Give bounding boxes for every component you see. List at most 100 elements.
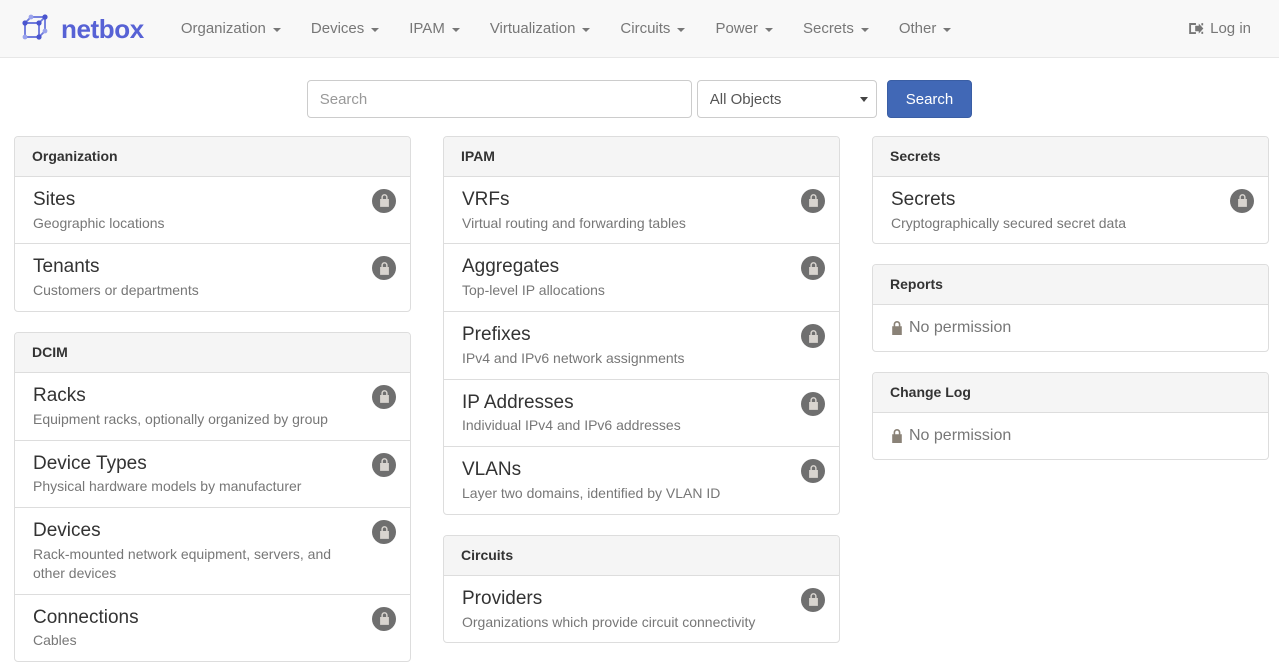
nav-item-secrets[interactable]: Secrets [788,10,884,47]
no-permission-message: No permission [891,319,1250,337]
list-item-devices[interactable]: Devices Rack-mounted network equipment, … [15,508,410,595]
panel-list: Secrets Cryptographically secured secret… [873,177,1268,244]
list-item-title: VRFs [462,188,510,210]
list-item-desc: Cryptographically secured secret data [891,214,1127,231]
panel-list: Racks Equipment racks, optionally organi… [15,373,410,661]
panel-organization: Organization Sites Geographic locations … [14,136,411,313]
panel-heading: Circuits [444,536,839,576]
search-button[interactable]: Search [886,80,973,118]
lock-icon [891,321,903,336]
list-item-desc: Cables [33,632,77,649]
no-permission-label: No permission [909,319,1012,337]
panel-heading: Organization [15,137,410,177]
panel-heading: IPAM [444,137,839,177]
panel-ipam: IPAM VRFs Virtual routing and forwarding… [443,136,840,515]
lock-icon [1230,188,1254,213]
navbar-right: Log in [1177,10,1263,47]
lock-icon [801,256,825,281]
list-item-vlans[interactable]: VLANs Layer two domains, identified by V… [444,447,839,514]
nav-label: Other [898,20,937,37]
search-input[interactable] [306,80,692,118]
chevron-down-icon [582,27,591,32]
panel-title: Secrets [890,148,941,164]
list-item-connections[interactable]: Connections Cables [15,595,410,662]
panel-reports: Reports No permission [872,264,1269,353]
panel-title: IPAM [461,148,495,164]
list-item-secrets[interactable]: Secrets Cryptographically secured secret… [873,177,1268,244]
nav-item-other[interactable]: Other [884,10,967,47]
list-item-title: Device Types [33,452,147,474]
panel-list: Providers Organizations which provide ci… [444,576,839,643]
search-form: All Objects Search [306,80,973,118]
list-item-tenants[interactable]: Tenants Customers or departments [15,244,410,311]
chevron-down-icon [677,27,686,32]
list-item-desc: Geographic locations [33,214,165,231]
list-item-title: Aggregates [462,256,560,278]
list-item-ip-addresses[interactable]: IP Addresses Individual IPv4 and IPv6 ad… [444,380,839,448]
nav-item-ipam[interactable]: IPAM [394,10,475,47]
list-item-title: IP Addresses [462,391,574,413]
lock-icon [372,256,396,281]
nav-label: Virtualization [489,20,576,37]
nav-menu: Organization Devices IPAM Virtualization… [166,10,967,47]
lock-icon [801,459,825,484]
nav-item-devices[interactable]: Devices [296,10,394,47]
main-navbar: netbox Organization Devices IPAM Virtual… [0,0,1279,58]
list-item-racks[interactable]: Racks Equipment racks, optionally organi… [15,373,410,441]
lock-icon [891,429,903,444]
list-item-title: Connections [33,606,139,628]
panel-dcim: DCIM Racks Equipment racks, optionally o… [14,332,411,663]
nav-label: Organization [180,20,266,37]
brand-home-link[interactable]: netbox [18,12,144,46]
chevron-down-icon [272,27,281,32]
panel-secrets: Secrets Secrets Cryptographically secure… [872,136,1269,245]
nav-item-organization[interactable]: Organization [166,10,296,47]
chevron-down-icon [860,27,869,32]
list-item-title: VLANs [462,459,522,481]
sign-in-icon [1189,21,1204,36]
lock-icon [372,384,396,409]
list-item-device-types[interactable]: Device Types Physical hardware models by… [15,441,410,509]
list-item-desc: Layer two domains, identified by VLAN ID [462,485,721,502]
list-item-desc: Organizations which provide circuit conn… [462,613,756,630]
nav-label: IPAM [409,20,445,37]
object-type-select[interactable]: All Objects [696,80,877,118]
list-item-title: Providers [462,587,543,609]
lock-icon [801,324,825,349]
list-item-prefixes[interactable]: Prefixes IPv4 and IPv6 network assignmen… [444,312,839,380]
panel-title: Circuits [461,547,514,563]
nav-item-virtualization[interactable]: Virtualization [475,10,606,47]
column-left: Organization Sites Geographic locations … [14,136,411,664]
panel-body: No permission [873,305,1268,351]
list-item-desc: Top-level IP allocations [462,282,605,299]
panel-change-log: Change Log No permission [872,372,1269,461]
no-permission-label: No permission [909,427,1012,445]
list-item-title: Racks [33,384,86,406]
chevron-down-icon [451,27,460,32]
chevron-down-icon [371,27,380,32]
list-item-aggregates[interactable]: Aggregates Top-level IP allocations [444,244,839,313]
nav-label: Circuits [620,20,671,37]
panel-title: Reports [890,276,943,293]
brand-name: netbox [61,13,144,44]
panel-heading: Reports [873,265,1268,306]
nav-label: Power [715,20,758,37]
list-item-desc: Virtual routing and forwarding tables [462,214,686,231]
column-right: Secrets Secrets Cryptographically secure… [872,136,1269,664]
list-item-title: Tenants [33,256,100,278]
login-label: Log in [1210,20,1251,37]
list-item-vrfs[interactable]: VRFs Virtual routing and forwarding tabl… [444,177,839,245]
list-item-sites[interactable]: Sites Geographic locations [15,177,410,245]
nav-item-power[interactable]: Power [700,10,788,47]
no-permission-message: No permission [891,427,1250,445]
nav-label: Secrets [802,20,854,37]
list-item-providers[interactable]: Providers Organizations which provide ci… [444,576,839,643]
home-panels-container: Organization Sites Geographic locations … [0,136,1279,664]
lock-icon [801,188,825,213]
login-link[interactable]: Log in [1177,10,1263,47]
list-item-desc: Equipment racks, optionally organized by… [33,410,328,427]
list-item-desc: Physical hardware models by manufacturer [33,478,302,495]
panel-title: DCIM [32,344,68,361]
nav-item-circuits[interactable]: Circuits [605,10,700,47]
list-item-desc: IPv4 and IPv6 network assignments [462,349,685,366]
